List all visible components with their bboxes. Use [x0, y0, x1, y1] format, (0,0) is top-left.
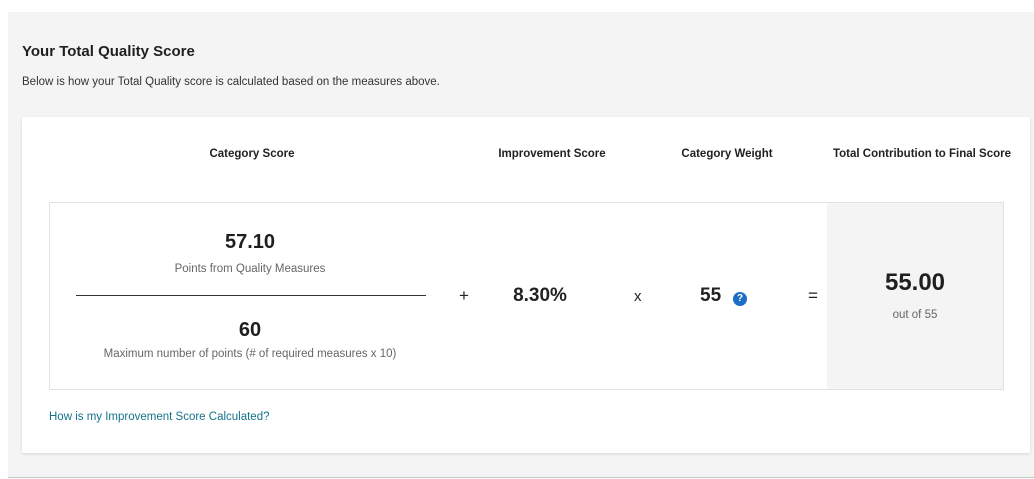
calculation-row: 57.10 Points from Quality Measures 60 Ma… — [49, 202, 1004, 390]
total-contribution-box: 55.00 out of 55 — [827, 203, 1003, 389]
category-weight-value: 55 — [700, 285, 722, 306]
equals-operator: = — [808, 286, 818, 305]
plus-operator: + — [459, 286, 469, 305]
section-subtitle: Below is how your Total Quality score is… — [22, 76, 440, 88]
column-header-category-score: Category Score — [209, 148, 295, 160]
column-header-category-weight: Category Weight — [681, 148, 773, 160]
max-points-value: 60 — [238, 319, 262, 341]
category-points-label: Points from Quality Measures — [174, 263, 326, 275]
multiply-operator: x — [634, 288, 642, 305]
category-points-value: 57.10 — [224, 231, 276, 253]
question-circle-icon[interactable]: ? — [733, 292, 747, 306]
improvement-score-help-link[interactable]: How is my Improvement Score Calculated? — [49, 411, 270, 423]
total-contribution-out-of: out of 55 — [892, 309, 938, 321]
fraction-divider — [76, 295, 426, 296]
max-points-label: Maximum number of points (# of required … — [103, 348, 397, 360]
score-card: Category Score Improvement Score Categor… — [22, 117, 1030, 453]
column-header-total-contribution: Total Contribution to Final Score — [832, 148, 1012, 160]
section-title: Your Total Quality Score — [22, 43, 195, 60]
total-contribution-value: 55.00 — [884, 269, 946, 296]
total-quality-score-section: Your Total Quality Score Below is how yo… — [8, 12, 1034, 478]
column-header-improvement-score: Improvement Score — [498, 148, 606, 160]
improvement-score-value: 8.30% — [513, 285, 567, 306]
